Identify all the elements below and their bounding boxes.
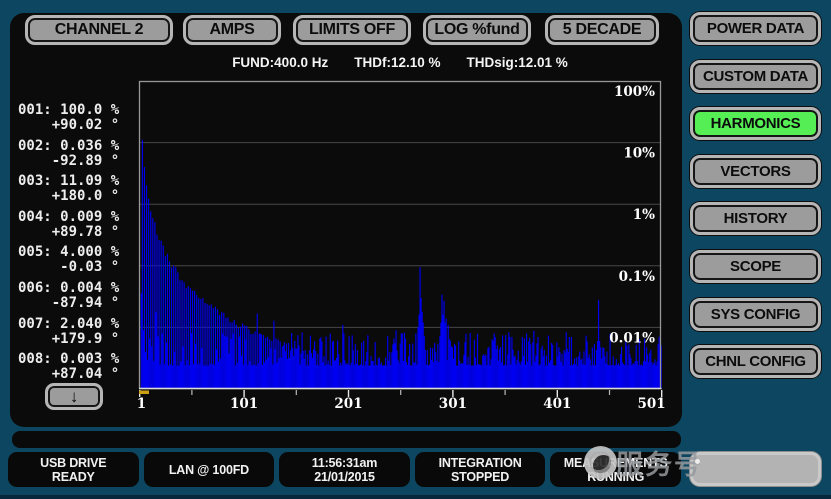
harmonic-readout-row: 007: 2.040 % +179.9 ° xyxy=(18,317,144,347)
svg-text:0.01%: 0.01% xyxy=(609,330,655,346)
harmonic-readout-row: 004: 0.009 % +89.78 ° xyxy=(18,210,144,240)
svg-text:401: 401 xyxy=(543,396,571,412)
svg-text:100%: 100% xyxy=(614,84,655,100)
sidebar-button-harmonics[interactable]: HARMONICS xyxy=(690,107,821,140)
sidebar-button-history[interactable]: HISTORY xyxy=(690,202,821,235)
sidebar-button-custom-data[interactable]: CUSTOM DATA xyxy=(690,60,821,93)
toolbar-button-decades[interactable]: 5 DECADE xyxy=(545,15,659,45)
status-bar: USB DRIVEREADYLAN @ 100FD11:56:31am21/01… xyxy=(8,452,681,487)
sidebar-button-sys-config[interactable]: SYS CONFIG xyxy=(690,298,821,331)
harmonic-readout-row: 006: 0.004 % -87.94 ° xyxy=(18,281,144,311)
toolbar-button-units[interactable]: AMPS xyxy=(183,15,281,45)
down-arrow-icon: ↓ xyxy=(70,387,78,407)
svg-text:1: 1 xyxy=(137,396,146,412)
thdsig-value: THDsig:12.01 % xyxy=(467,55,568,70)
main-display-panel: CHANNEL 2 AMPS LIMITS OFF LOG %fund 5 DECADE… xyxy=(10,13,682,427)
svg-text:101: 101 xyxy=(230,396,258,412)
svg-text:10%: 10% xyxy=(623,146,655,162)
status-tile-measurements: MEASUREMENTSRUNNING xyxy=(550,452,681,487)
svg-text:301: 301 xyxy=(439,396,467,412)
svg-text:0.1%: 0.1% xyxy=(619,269,655,285)
sidebar-button-vectors[interactable]: VECTORS xyxy=(690,155,821,188)
harmonic-readout-row: 002: 0.036 % -92.89 ° xyxy=(18,139,144,169)
scroll-down-button[interactable]: ↓ xyxy=(45,383,103,410)
thdf-value: THDf:12.10 % xyxy=(354,55,440,70)
harmonic-readout-row: 005: 4.000 % -0.03 ° xyxy=(18,245,144,275)
svg-text:201: 201 xyxy=(334,396,362,412)
toolbar-button-channel[interactable]: CHANNEL 2 xyxy=(25,15,173,45)
message-bar xyxy=(12,431,681,448)
status-tile-integration: INTEGRATIONSTOPPED xyxy=(415,452,546,487)
fund-frequency-value: FUND:400.0 Hz xyxy=(232,55,328,70)
sidebar-button-disabled xyxy=(690,452,821,486)
sidebar-button-chnl-config[interactable]: CHNL CONFIG xyxy=(690,345,821,378)
status-tile-lan: LAN @ 100FD xyxy=(144,452,275,487)
sidebar-button-power-data[interactable]: POWER DATA xyxy=(690,12,821,45)
status-tile-usb: USB DRIVEREADY xyxy=(8,452,139,487)
svg-text:1%: 1% xyxy=(633,207,655,223)
sidebar-button-scope[interactable]: SCOPE xyxy=(690,250,821,283)
power-analyzer-screen: CHANNEL 2 AMPS LIMITS OFF LOG %fund 5 DECADE… xyxy=(0,0,831,499)
toolbar-button-limits[interactable]: LIMITS OFF xyxy=(293,15,411,45)
harmonic-readout-row: 001: 100.0 % +90.02 ° xyxy=(18,103,144,133)
status-tile-clock: 11:56:31am21/01/2015 xyxy=(279,452,410,487)
bottom-edge xyxy=(0,495,831,499)
harmonics-chart: 100% 10% 1% 0.1% 0.01% 1 101 201 301 401 501 xyxy=(139,81,669,426)
harmonic-readout-row: 003: 11.09 % +180.0 ° xyxy=(18,174,144,204)
svg-text:501: 501 xyxy=(638,396,666,412)
measurement-info-line: FUND:400.0 Hz THDf:12.10 % THDsig:12.01 … xyxy=(130,55,670,70)
toolbar-button-scale[interactable]: LOG %fund xyxy=(423,15,531,45)
harmonic-readout-row: 008: 0.003 % +87.04 ° xyxy=(18,352,144,382)
